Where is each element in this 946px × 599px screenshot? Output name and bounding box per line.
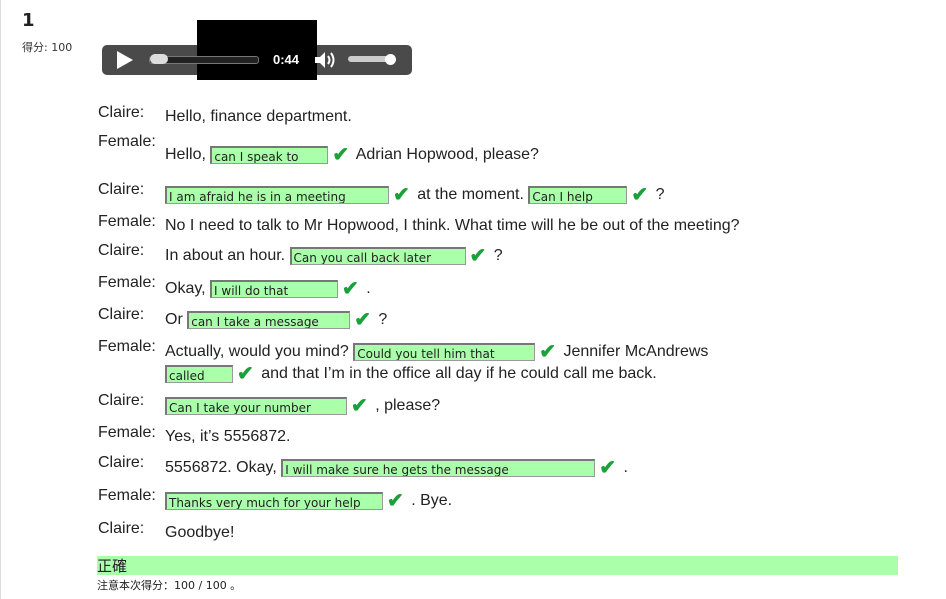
answer-field[interactable]: I will make sure he gets the message: [281, 459, 596, 477]
question-number: 1: [22, 10, 35, 31]
correct-check-icon: ✔: [599, 457, 616, 479]
dialogue-text: ?: [489, 247, 503, 265]
dialogue-text: ?: [373, 311, 388, 329]
correct-check-icon: ✔: [332, 144, 350, 166]
dialogue-line: In about an hour. Can you call back late…: [165, 246, 946, 266]
dialogue-text: , please?: [370, 397, 441, 415]
dialogue-text: at the moment.: [412, 186, 529, 204]
answer-field[interactable]: Could you tell him that: [353, 343, 536, 361]
dialogue-text: Or: [165, 311, 188, 329]
answer-field[interactable]: I am afraid he is in a meeting: [165, 186, 389, 204]
correct-check-icon: ✔: [354, 309, 371, 331]
dialogue-text: and that I’m in the office all day if he…: [256, 365, 657, 383]
correct-check-icon: ✔: [237, 363, 254, 385]
dialogue-text: Hello, finance department.: [165, 108, 352, 125]
volume-handle[interactable]: [385, 54, 396, 65]
score-note: 注意本次得分：100 / 100 。: [97, 579, 242, 592]
dialogue-text: .: [361, 280, 371, 298]
dialogue-line: Thanks very much for your help ✔ . Bye.: [165, 491, 946, 511]
correct-check-icon: ✔: [387, 490, 404, 512]
correct-check-icon: ✔: [469, 245, 487, 267]
dialogue-text: . Bye.: [406, 492, 453, 510]
dialogue-text: Yes, it’s 5556872.: [165, 428, 291, 445]
result-banner: 正確: [97, 556, 898, 575]
correct-check-icon: ✔: [351, 395, 368, 417]
answer-field[interactable]: Can I take your number: [165, 397, 347, 415]
dialogue-text: No I need to talk to Mr Hopwood, I think…: [165, 217, 740, 234]
answer-field[interactable]: Can you call back later: [289, 247, 466, 265]
correct-check-icon: ✔: [393, 184, 410, 206]
answer-field[interactable]: I will do that: [210, 280, 339, 298]
dialogue-text: ?: [651, 186, 665, 204]
correct-check-icon: ✔: [342, 278, 359, 300]
dialogue-line: Hello, finance department.: [165, 107, 946, 127]
volume-icon[interactable]: [313, 50, 337, 70]
dialogue-text: Actually, would you mind?: [165, 343, 354, 361]
dialogue-text: .: [619, 459, 628, 477]
dialogue-line-continuation: called ✔ and that I’m in the office all d…: [165, 364, 946, 384]
answer-field[interactable]: can I speak to: [210, 146, 329, 164]
answer-field[interactable]: can I take a message: [187, 311, 351, 329]
correct-check-icon: ✔: [631, 184, 649, 206]
dialogue-line: Or can I take a message ✔ ?: [165, 310, 946, 330]
dialogue-line: No I need to talk to Mr Hopwood, I think…: [165, 216, 946, 236]
answer-field[interactable]: called: [165, 365, 233, 383]
correct-check-icon: ✔: [539, 341, 557, 363]
dialogue-text: 5556872. Okay,: [165, 459, 282, 477]
dialogue-line: Goodbye!: [165, 523, 946, 543]
answer-field[interactable]: Can I help: [528, 186, 628, 204]
dialogue-text: Hello,: [165, 146, 211, 164]
dialogue-text: Goodbye!: [165, 524, 235, 541]
dialogue-text: In about an hour.: [165, 247, 290, 265]
video-overlay: [197, 20, 317, 80]
dialogue-line: Actually, would you mind? Could you tell…: [165, 342, 946, 362]
seek-handle[interactable]: [150, 54, 168, 64]
play-icon[interactable]: [117, 51, 133, 69]
dialogue-line: I am afraid he is in a meeting ✔ at the m…: [165, 185, 946, 205]
dialogue-line: Can I take your number ✔ , please?: [165, 396, 946, 416]
dialogue-line: 5556872. Okay, I will make sure he gets …: [165, 458, 946, 478]
dialogue-line: Yes, it’s 5556872.: [165, 427, 946, 447]
dialogue-line: Okay, I will do that ✔ .: [165, 279, 946, 299]
dialogue-text: Jennifer McAndrews: [559, 343, 709, 361]
playback-time: 0:44: [273, 52, 300, 67]
dialogue-text: Okay,: [165, 280, 211, 298]
answer-field[interactable]: Thanks very much for your help: [165, 492, 383, 510]
dialogue-text: Adrian Hopwood, please?: [352, 146, 539, 164]
dialogue-line: Hello, can I speak to ✔ Adrian Hopwood, p…: [165, 145, 946, 165]
question-score: 得分: 100: [22, 41, 73, 54]
